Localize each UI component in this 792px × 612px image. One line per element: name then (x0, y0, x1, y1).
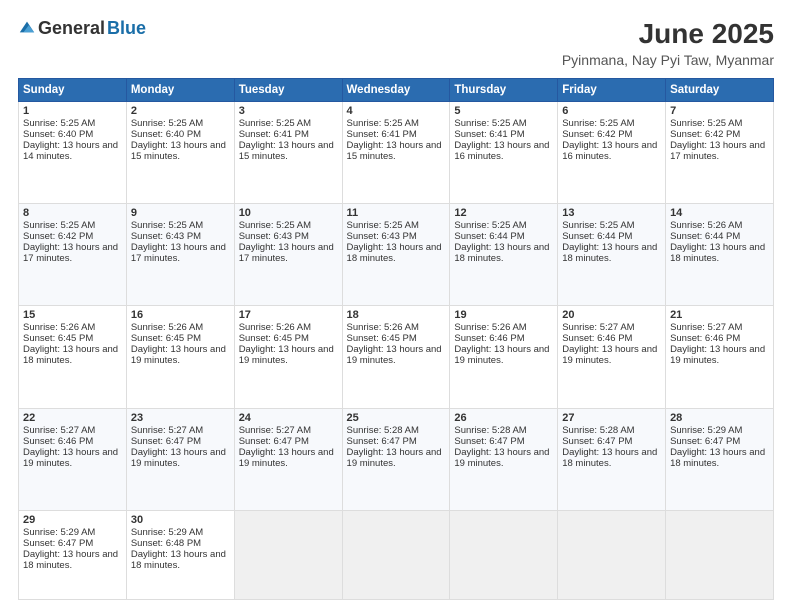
day-cell-22: 22 Sunrise: 5:27 AMSunset: 6:46 PMDaylig… (19, 408, 127, 510)
day-number: 27 (562, 412, 661, 424)
day-number: 12 (454, 207, 553, 219)
day-number: 24 (239, 412, 338, 424)
logo: GeneralBlue (18, 18, 146, 39)
day-cell-15: 15 Sunrise: 5:26 AMSunset: 6:45 PMDaylig… (19, 306, 127, 408)
week-row-0: 1Sunrise: 5:25 AMSunset: 6:40 PMDaylight… (19, 102, 774, 204)
day-cell-18: 18 Sunrise: 5:26 AMSunset: 6:45 PMDaylig… (342, 306, 450, 408)
day-cell-11: 11 Sunrise: 5:25 AMSunset: 6:43 PMDaylig… (342, 204, 450, 306)
day-cell-19: 19 Sunrise: 5:26 AMSunset: 6:46 PMDaylig… (450, 306, 558, 408)
day-cell-5: 5Sunrise: 5:25 AMSunset: 6:41 PMDaylight… (450, 102, 558, 204)
day-cell-1: 1Sunrise: 5:25 AMSunset: 6:40 PMDaylight… (19, 102, 127, 204)
page: GeneralBlue June 2025 Pyinmana, Nay Pyi … (0, 0, 792, 612)
col-wednesday: Wednesday (342, 79, 450, 102)
day-number: 9 (131, 207, 230, 219)
day-cell-16: 16 Sunrise: 5:26 AMSunset: 6:45 PMDaylig… (126, 306, 234, 408)
day-number: 30 (131, 514, 230, 526)
col-sunday: Sunday (19, 79, 127, 102)
day-cell-25: 25 Sunrise: 5:28 AMSunset: 6:47 PMDaylig… (342, 408, 450, 510)
day-cell-28: 28 Sunrise: 5:29 AMSunset: 6:47 PMDaylig… (666, 408, 774, 510)
empty-cell (450, 510, 558, 599)
col-monday: Monday (126, 79, 234, 102)
day-cell-20: 20 Sunrise: 5:27 AMSunset: 6:46 PMDaylig… (558, 306, 666, 408)
title-block: June 2025 Pyinmana, Nay Pyi Taw, Myanmar (562, 18, 774, 68)
location: Pyinmana, Nay Pyi Taw, Myanmar (562, 52, 774, 68)
day-cell-17: 17 Sunrise: 5:26 AMSunset: 6:45 PMDaylig… (234, 306, 342, 408)
day-cell-29: 29 Sunrise: 5:29 AMSunset: 6:47 PMDaylig… (19, 510, 127, 599)
week-row-2: 8 Sunrise: 5:25 AMSunset: 6:42 PMDayligh… (19, 204, 774, 306)
empty-cell (558, 510, 666, 599)
day-cell-23: 23 Sunrise: 5:27 AMSunset: 6:47 PMDaylig… (126, 408, 234, 510)
day-number: 8 (23, 207, 122, 219)
day-number: 14 (670, 207, 769, 219)
day-cell-6: 6Sunrise: 5:25 AMSunset: 6:42 PMDaylight… (558, 102, 666, 204)
day-cell-8: 8 Sunrise: 5:25 AMSunset: 6:42 PMDayligh… (19, 204, 127, 306)
logo-icon (18, 18, 36, 36)
day-cell-2: 2Sunrise: 5:25 AMSunset: 6:40 PMDaylight… (126, 102, 234, 204)
day-number: 5 (454, 105, 553, 117)
day-number: 18 (347, 309, 446, 321)
day-number: 23 (131, 412, 230, 424)
week-row-4: 22 Sunrise: 5:27 AMSunset: 6:46 PMDaylig… (19, 408, 774, 510)
day-cell-14: 14 Sunrise: 5:26 AMSunset: 6:44 PMDaylig… (666, 204, 774, 306)
day-cell-13: 13 Sunrise: 5:25 AMSunset: 6:44 PMDaylig… (558, 204, 666, 306)
logo-general: General (38, 18, 105, 39)
day-cell-12: 12 Sunrise: 5:25 AMSunset: 6:44 PMDaylig… (450, 204, 558, 306)
day-cell-10: 10 Sunrise: 5:25 AMSunset: 6:43 PMDaylig… (234, 204, 342, 306)
day-cell-3: 3Sunrise: 5:25 AMSunset: 6:41 PMDaylight… (234, 102, 342, 204)
col-thursday: Thursday (450, 79, 558, 102)
day-cell-30: 30 Sunrise: 5:29 AMSunset: 6:48 PMDaylig… (126, 510, 234, 599)
day-number: 21 (670, 309, 769, 321)
day-number: 15 (23, 309, 122, 321)
calendar-table: Sunday Monday Tuesday Wednesday Thursday… (18, 78, 774, 600)
day-number: 11 (347, 207, 446, 219)
day-number: 19 (454, 309, 553, 321)
week-row-5: 29 Sunrise: 5:29 AMSunset: 6:47 PMDaylig… (19, 510, 774, 599)
day-number: 29 (23, 514, 122, 526)
day-number: 17 (239, 309, 338, 321)
day-cell-4: 4Sunrise: 5:25 AMSunset: 6:41 PMDaylight… (342, 102, 450, 204)
day-cell-21: 21 Sunrise: 5:27 AMSunset: 6:46 PMDaylig… (666, 306, 774, 408)
day-number: 10 (239, 207, 338, 219)
col-friday: Friday (558, 79, 666, 102)
empty-cell (666, 510, 774, 599)
day-cell-24: 24 Sunrise: 5:27 AMSunset: 6:47 PMDaylig… (234, 408, 342, 510)
day-number: 16 (131, 309, 230, 321)
day-number: 3 (239, 105, 338, 117)
day-cell-9: 9 Sunrise: 5:25 AMSunset: 6:43 PMDayligh… (126, 204, 234, 306)
empty-cell (234, 510, 342, 599)
day-number: 6 (562, 105, 661, 117)
day-number: 2 (131, 105, 230, 117)
col-saturday: Saturday (666, 79, 774, 102)
day-number: 25 (347, 412, 446, 424)
day-cell-7: 7Sunrise: 5:25 AMSunset: 6:42 PMDaylight… (666, 102, 774, 204)
week-row-3: 15 Sunrise: 5:26 AMSunset: 6:45 PMDaylig… (19, 306, 774, 408)
day-number: 7 (670, 105, 769, 117)
col-tuesday: Tuesday (234, 79, 342, 102)
header: GeneralBlue June 2025 Pyinmana, Nay Pyi … (18, 18, 774, 68)
logo-blue: Blue (107, 18, 146, 39)
day-number: 4 (347, 105, 446, 117)
calendar-header-row: Sunday Monday Tuesday Wednesday Thursday… (19, 79, 774, 102)
empty-cell (342, 510, 450, 599)
day-number: 20 (562, 309, 661, 321)
day-number: 22 (23, 412, 122, 424)
month-title: June 2025 (562, 18, 774, 50)
day-number: 1 (23, 105, 122, 117)
day-number: 13 (562, 207, 661, 219)
day-number: 26 (454, 412, 553, 424)
day-cell-27: 27 Sunrise: 5:28 AMSunset: 6:47 PMDaylig… (558, 408, 666, 510)
day-cell-26: 26 Sunrise: 5:28 AMSunset: 6:47 PMDaylig… (450, 408, 558, 510)
day-number: 28 (670, 412, 769, 424)
